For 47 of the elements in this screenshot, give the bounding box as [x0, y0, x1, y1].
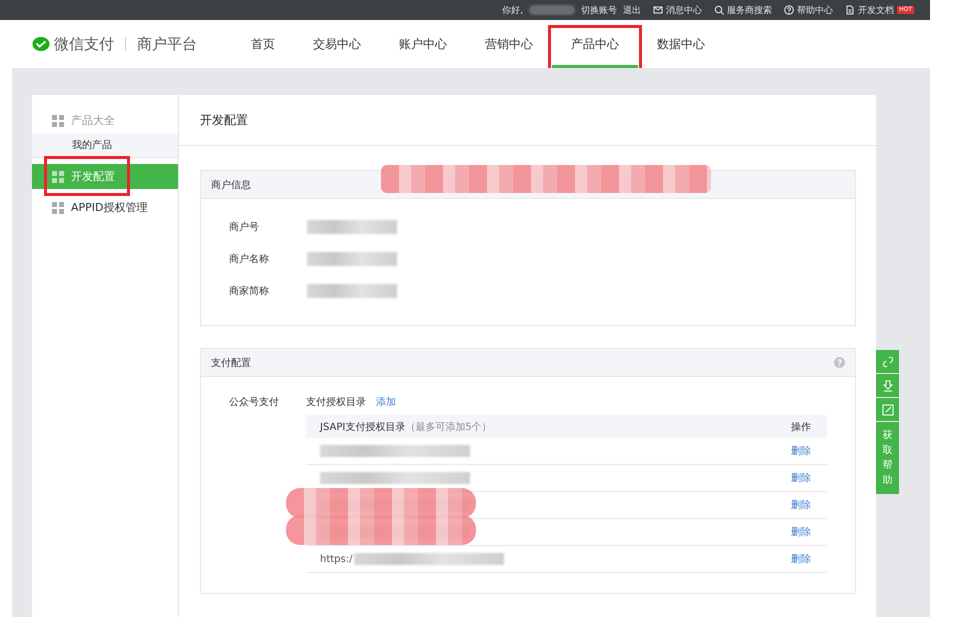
download-icon [882, 380, 894, 392]
grid-icon [52, 114, 64, 126]
help-tool-button[interactable] [876, 350, 899, 373]
delete-link[interactable]: 删除 [791, 446, 811, 457]
edit-icon [882, 404, 894, 416]
field-label: 商户名称 [229, 252, 270, 266]
table-cell: https:/ [320, 554, 352, 564]
document-icon [845, 5, 856, 15]
nav-tab[interactable]: 营销中心 [466, 20, 552, 68]
field-label: 支付授权目录 [306, 396, 366, 409]
platform-name: 商户平台 [137, 34, 197, 54]
top-tool-link[interactable]: 帮助中心 [784, 4, 834, 16]
field-label: 商家简称 [229, 284, 270, 298]
sidebar-item[interactable]: APPID授权管理 [32, 195, 178, 220]
delete-link[interactable]: 删除 [791, 527, 811, 538]
field-label: 商户号 [229, 220, 260, 234]
top-tool-link[interactable]: 消息中心 [653, 4, 702, 16]
delete-link[interactable]: 删除 [791, 473, 811, 484]
top-tool-link[interactable]: 服务商搜索 [714, 4, 772, 16]
link-icon [882, 356, 894, 368]
column-header: JSAPI支付授权目录（最多可添加5个） [306, 415, 777, 438]
add-link[interactable]: 添加 [376, 395, 396, 409]
panel-title: 支付配置 [211, 356, 251, 370]
column-header: 操作 [777, 415, 827, 438]
nav-tab[interactable]: 数据中心 [638, 20, 724, 68]
top-link[interactable]: 退出 [623, 4, 642, 16]
mail-icon [653, 5, 664, 15]
brand-name: 微信支付 [54, 34, 114, 54]
help-icon [784, 5, 794, 15]
delete-link[interactable]: 删除 [791, 554, 811, 565]
wechat-pay-logo [32, 36, 50, 52]
grid-icon [52, 170, 64, 182]
sidebar-subitem[interactable]: 我的产品 [32, 133, 178, 158]
nav-tab[interactable]: 账户中心 [380, 20, 466, 68]
nav-tab[interactable]: 交易中心 [294, 20, 380, 68]
top-link[interactable]: 切换账号 [581, 4, 618, 16]
greeting-text: 你好, [502, 4, 524, 16]
delete-link[interactable]: 删除 [791, 500, 811, 511]
field-label: 公众号支付 [229, 396, 280, 410]
page-title: 开发配置 [179, 95, 877, 146]
help-tool-button[interactable] [876, 398, 899, 421]
search-icon [714, 5, 724, 15]
nav-tab[interactable]: 首页 [232, 20, 294, 68]
help-tool-button[interactable] [876, 374, 899, 397]
help-icon [834, 357, 845, 368]
panel-title: 商户信息 [211, 178, 251, 192]
grid-icon [52, 202, 64, 214]
